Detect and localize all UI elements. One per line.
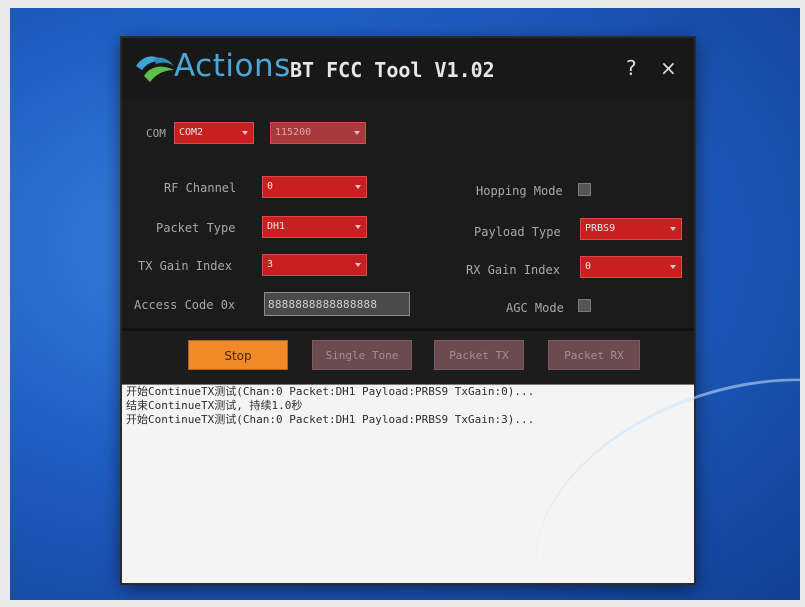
com-label: COM bbox=[146, 127, 166, 140]
packet-rx-button[interactable]: Packet RX bbox=[548, 340, 640, 370]
window-title: BT FCC Tool V1.02 bbox=[290, 58, 495, 82]
hopping-mode-label: Hopping Mode bbox=[476, 184, 563, 198]
rf-channel-value: 0 bbox=[267, 181, 274, 192]
access-code-input[interactable]: 8888888888888888 bbox=[264, 292, 410, 316]
log-line: 开始ContinueTX测试(Chan:0 Packet:DH1 Payload… bbox=[126, 413, 535, 426]
chevron-down-icon bbox=[354, 131, 360, 135]
rx-gain-index-select[interactable]: 0 bbox=[580, 256, 682, 278]
baud-rate-value: 115200 bbox=[275, 127, 312, 138]
agc-mode-checkbox[interactable] bbox=[578, 299, 591, 312]
com-port-value: COM2 bbox=[179, 127, 204, 138]
chevron-down-icon bbox=[355, 263, 361, 267]
rx-gain-index-label: RX Gain Index bbox=[466, 263, 560, 277]
stop-button[interactable]: Stop bbox=[188, 340, 288, 370]
actions-logo-icon bbox=[136, 56, 174, 82]
log-output[interactable]: 开始ContinueTX测试(Chan:0 Packet:DH1 Payload… bbox=[122, 384, 694, 583]
tx-gain-index-select[interactable]: 3 bbox=[262, 254, 367, 276]
agc-mode-label: AGC Mode bbox=[506, 301, 564, 315]
title-bar[interactable]: Actions BT FCC Tool V1.02 ? × bbox=[122, 38, 694, 100]
access-code-label: Access Code 0x bbox=[134, 298, 236, 312]
payload-type-label: Payload Type bbox=[474, 225, 561, 239]
baud-rate-select[interactable]: 115200 bbox=[270, 122, 366, 144]
hopping-mode-checkbox[interactable] bbox=[578, 183, 591, 196]
rx-gain-index-value: 0 bbox=[585, 261, 592, 272]
packet-type-label: Packet Type bbox=[156, 221, 236, 235]
chevron-down-icon bbox=[670, 227, 676, 231]
tx-gain-index-label: TX Gain Index bbox=[138, 259, 232, 273]
app-window: Actions BT FCC Tool V1.02 ? × COM COM2 1… bbox=[122, 38, 694, 583]
packet-type-value: DH1 bbox=[267, 221, 286, 232]
com-port-select[interactable]: COM2 bbox=[174, 122, 254, 144]
brand-name: Actions bbox=[174, 48, 291, 84]
log-line: 结束ContinueTX测试, 持续1.0秒 bbox=[126, 399, 303, 412]
log-line: 开始ContinueTX测试(Chan:0 Packet:DH1 Payload… bbox=[126, 385, 535, 398]
divider bbox=[122, 328, 694, 331]
chevron-down-icon bbox=[355, 225, 361, 229]
packet-type-select[interactable]: DH1 bbox=[262, 216, 367, 238]
rf-channel-select[interactable]: 0 bbox=[262, 176, 367, 198]
packet-tx-button[interactable]: Packet TX bbox=[434, 340, 524, 370]
close-button[interactable]: × bbox=[660, 56, 677, 80]
chevron-down-icon bbox=[670, 265, 676, 269]
help-button[interactable]: ? bbox=[626, 56, 637, 80]
single-tone-button[interactable]: Single Tone bbox=[312, 340, 412, 370]
tx-gain-index-value: 3 bbox=[267, 259, 274, 270]
chevron-down-icon bbox=[242, 131, 248, 135]
chevron-down-icon bbox=[355, 185, 361, 189]
desktop-background: Actions BT FCC Tool V1.02 ? × COM COM2 1… bbox=[10, 8, 800, 600]
payload-type-select[interactable]: PRBS9 bbox=[580, 218, 682, 240]
rf-channel-label: RF Channel bbox=[164, 181, 237, 195]
payload-type-value: PRBS9 bbox=[585, 223, 616, 234]
action-bar: Stop Single Tone Packet TX Packet RX bbox=[122, 332, 694, 384]
